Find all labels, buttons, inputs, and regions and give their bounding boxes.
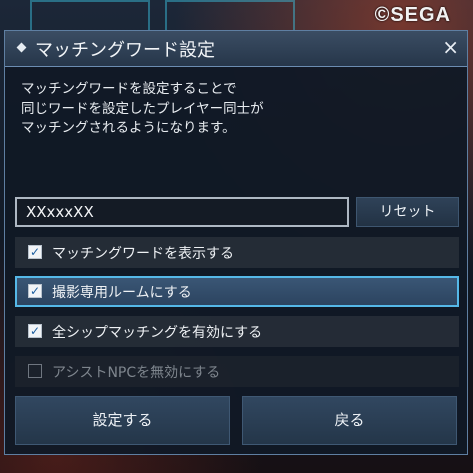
matching-word-dialog: マッチングワード設定 × マッチングワードを設定することで 同じワードを設定した… (4, 30, 468, 455)
dialog-description: マッチングワードを設定することで 同じワードを設定したプレイヤー同士が マッチン… (21, 81, 264, 136)
checkbox-checked-icon[interactable]: ✓ (28, 324, 42, 338)
option-label: マッチングワードを表示する (52, 246, 234, 262)
sega-logo: ©SEGA (374, 4, 451, 26)
option-label: アシストNPCを無効にする (52, 365, 221, 381)
dialog-title: マッチングワード設定 (35, 40, 215, 61)
back-button[interactable]: 戻る (242, 396, 457, 445)
option-label: 全シップマッチングを有効にする (52, 325, 263, 341)
diamond-icon (16, 42, 27, 53)
checkbox-checked-icon[interactable]: ✓ (28, 245, 42, 259)
confirm-button[interactable]: 設定する (15, 396, 230, 445)
option-all-ship-matching[interactable]: ✓ 全シップマッチングを有効にする (15, 316, 459, 347)
checkbox-checked-icon[interactable]: ✓ (28, 284, 42, 298)
close-icon[interactable]: × (442, 35, 459, 59)
background-decoration (165, 0, 295, 32)
checkbox-unchecked-icon (28, 364, 42, 378)
option-disable-assist-npc: アシストNPCを無効にする (15, 356, 459, 387)
dialog-title-bar: マッチングワード設定 × (5, 31, 467, 67)
option-show-matching-word[interactable]: ✓ マッチングワードを表示する (15, 237, 459, 268)
option-photo-only-room[interactable]: ✓ 撮影専用ルームにする (15, 276, 459, 307)
option-label: 撮影専用ルームにする (52, 285, 192, 301)
matching-word-input[interactable] (15, 197, 349, 227)
background-decoration (30, 0, 150, 32)
reset-button[interactable]: リセット (356, 197, 459, 227)
